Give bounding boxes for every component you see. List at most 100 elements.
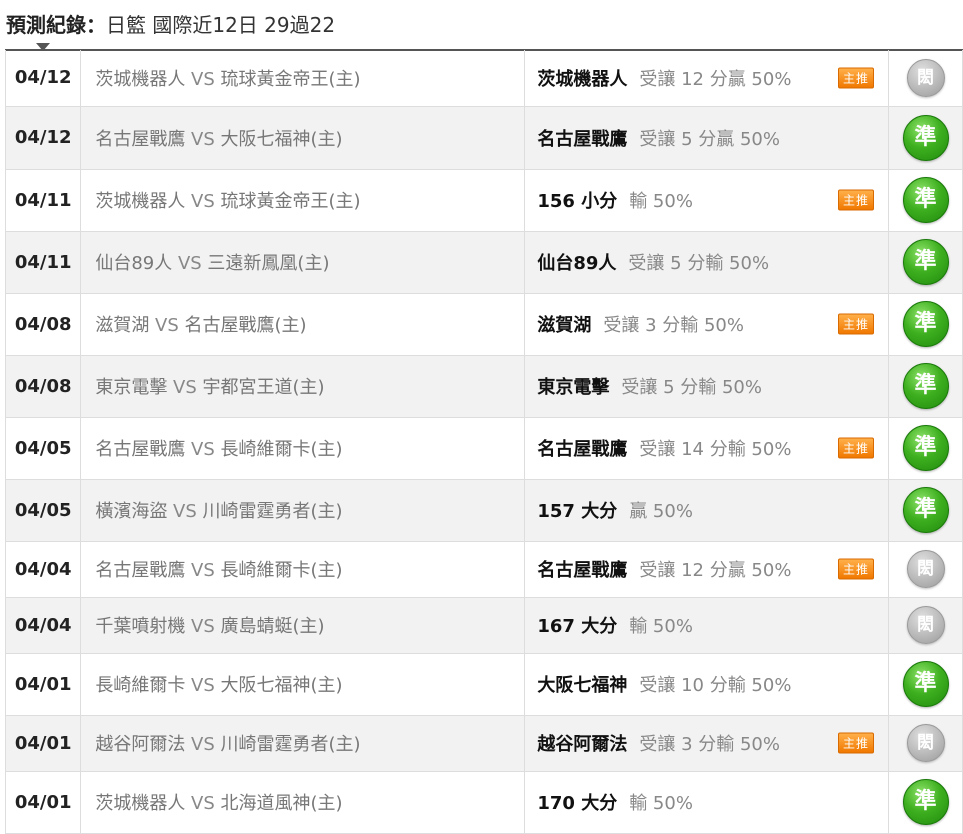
away-team: 川崎雷霆勇者(主) [220, 734, 361, 755]
pick-team: 170 大分 [537, 793, 618, 814]
home-team: 東京電擊 [95, 377, 168, 398]
home-team: 越谷阿爾法 [95, 734, 186, 755]
pick-team: 156 小分 [537, 191, 618, 212]
row-result: 閎 [888, 597, 963, 654]
pick-team: 越谷阿爾法 [537, 734, 628, 755]
row-result: 準 [888, 169, 963, 232]
row-pick: 170 大分輸 50% [524, 771, 889, 834]
pick-team: 茨城機器人 [537, 68, 628, 90]
pick-detail: 輸 50% [629, 191, 693, 212]
vs-label: VS [185, 734, 221, 755]
pick-detail: 受讓 12 分贏 50% [639, 560, 792, 581]
away-team: 宇都宮王道(主) [202, 377, 325, 398]
row-match[interactable]: 橫濱海盜 VS 川崎雷霆勇者(主) [80, 479, 525, 542]
row-match[interactable]: 名古屋戰鷹 VS 大阪七福神(主) [80, 106, 525, 170]
pick-detail: 受讓 3 分輸 50% [603, 315, 744, 336]
table-row: 04/08 滋賀湖 VS 名古屋戰鷹(主) 滋賀湖 受讓 3 分輸 50% 主推準 [4, 293, 963, 356]
home-team: 名古屋戰鷹 [95, 560, 186, 581]
home-team: 名古屋戰鷹 [95, 128, 186, 150]
row-result: 準 [888, 479, 963, 542]
row-result: 閎 [888, 541, 963, 598]
row-pick: 157 大分贏 50% [524, 479, 889, 542]
away-team: 名古屋戰鷹(主) [184, 315, 307, 336]
table-row: 04/04 千葉噴射機 VS 廣島蜻蜓(主) 167 大分輸 50% 閎 [4, 597, 963, 654]
table-row: 04/01 長崎維爾卡 VS 大阪七福神(主) 大阪七福神 受讓 10 分輸 50% 準 [4, 653, 963, 716]
row-match[interactable]: 滋賀湖 VS 名古屋戰鷹(主) [80, 293, 525, 356]
row-pick: 名古屋戰鷹 受讓 14 分輸 50% 主推 [524, 417, 889, 480]
pick-team: 157 大分 [537, 501, 618, 522]
row-date: 04/11 [4, 231, 82, 294]
row-result: 準 [888, 771, 963, 834]
row-match[interactable]: 仙台89人 VS 三遠新鳳凰(主) [80, 231, 525, 294]
row-match[interactable]: 茨城機器人 VS 琉球黃金帝王(主) [80, 169, 525, 232]
row-match[interactable]: 名古屋戰鷹 VS 長崎維爾卡(主) [80, 541, 525, 598]
row-date: 04/08 [4, 355, 82, 418]
pick-detail: 輸 50% [629, 616, 693, 637]
home-team: 茨城機器人 [95, 793, 186, 814]
row-match[interactable]: 千葉噴射機 VS 廣島蜻蜓(主) [80, 597, 525, 654]
correct-result-icon: 準 [902, 363, 949, 409]
away-team: 北海道風神(主) [220, 793, 343, 814]
home-team: 仙台89人 [95, 253, 173, 274]
correct-result-icon: 準 [902, 301, 949, 347]
row-result: 準 [888, 231, 963, 294]
table-row: 04/05 橫濱海盜 VS 川崎雷霆勇者(主) 157 大分贏 50% 準 [4, 479, 963, 542]
row-pick: 越谷阿爾法 受讓 3 分輸 50% 主推 [524, 715, 889, 772]
pick-detail: 受讓 5 分輸 50% [621, 377, 762, 398]
away-team: 川崎雷霆勇者(主) [202, 501, 343, 522]
row-match[interactable]: 越谷阿爾法 VS 川崎雷霆勇者(主) [80, 715, 525, 772]
correct-result-icon: 準 [902, 239, 949, 285]
row-result: 準 [888, 293, 963, 356]
featured-badge: 主推 [837, 437, 874, 459]
push-result-icon: 閎 [906, 550, 945, 588]
row-date: 04/04 [4, 597, 82, 654]
row-date: 04/12 [4, 50, 82, 107]
away-team: 大阪七福神(主) [220, 675, 343, 696]
row-match[interactable]: 名古屋戰鷹 VS 長崎維爾卡(主) [80, 417, 525, 480]
push-result-icon: 閎 [906, 58, 945, 97]
correct-result-icon: 準 [902, 425, 949, 471]
row-result: 準 [888, 653, 963, 716]
row-match[interactable]: 茨城機器人 VS 琉球黃金帝王(主) [80, 50, 525, 107]
away-team: 三遠新鳳凰(主) [207, 253, 330, 274]
pick-detail: 受讓 12 分贏 50% [639, 68, 792, 90]
record-label: 預測紀錄： [6, 12, 106, 37]
row-pick: 名古屋戰鷹 受讓 12 分贏 50% 主推 [524, 541, 889, 598]
vs-label: VS [185, 616, 221, 637]
row-match[interactable]: 東京電擊 VS 宇都宮王道(主) [80, 355, 525, 418]
row-match[interactable]: 長崎維爾卡 VS 大阪七福神(主) [80, 653, 525, 716]
home-team: 茨城機器人 [95, 68, 186, 90]
table-row: 04/08 東京電擊 VS 宇都宮王道(主) 東京電擊 受讓 5 分輸 50% 準 [4, 355, 963, 418]
table-row: 04/11 茨城機器人 VS 琉球黃金帝王(主) 156 小分輸 50% 主推 準 [4, 169, 963, 232]
push-result-icon: 閎 [906, 606, 945, 644]
row-pick: 167 大分輸 50% [524, 597, 889, 654]
pick-detail: 受讓 5 分輸 50% [628, 253, 770, 274]
correct-result-icon: 準 [902, 779, 949, 825]
featured-badge: 主推 [837, 189, 874, 211]
home-team: 長崎維爾卡 [95, 675, 186, 696]
row-date: 04/01 [4, 715, 82, 772]
pick-team: 名古屋戰鷹 [537, 560, 628, 581]
row-date: 04/12 [4, 106, 82, 170]
table-row: 04/11 仙台89人 VS 三遠新鳳凰(主) 仙台89人 受讓 5 分輸 50% 準 [4, 231, 963, 294]
row-result: 準 [888, 355, 963, 418]
home-team: 茨城機器人 [95, 191, 186, 212]
correct-result-icon: 準 [902, 114, 949, 161]
correct-result-icon: 準 [902, 177, 949, 223]
row-date: 04/11 [4, 169, 82, 232]
pick-team: 滋賀湖 [537, 315, 592, 336]
home-team: 名古屋戰鷹 [95, 439, 186, 460]
featured-badge: 主推 [837, 558, 874, 580]
vs-label: VS [185, 560, 221, 581]
row-pick: 東京電擊 受讓 5 分輸 50% [524, 355, 889, 418]
featured-badge: 主推 [837, 313, 874, 335]
pick-detail: 受讓 3 分輸 50% [639, 734, 780, 755]
row-match[interactable]: 茨城機器人 VS 北海道風神(主) [80, 771, 525, 834]
away-team: 琉球黃金帝王(主) [220, 68, 361, 90]
row-pick: 滋賀湖 受讓 3 分輸 50% 主推 [524, 293, 889, 356]
row-result: 準 [888, 106, 963, 170]
push-result-icon: 閎 [906, 724, 945, 762]
row-result: 準 [888, 417, 963, 480]
pick-detail: 受讓 5 分贏 50% [639, 128, 780, 150]
row-date: 04/01 [4, 771, 82, 834]
